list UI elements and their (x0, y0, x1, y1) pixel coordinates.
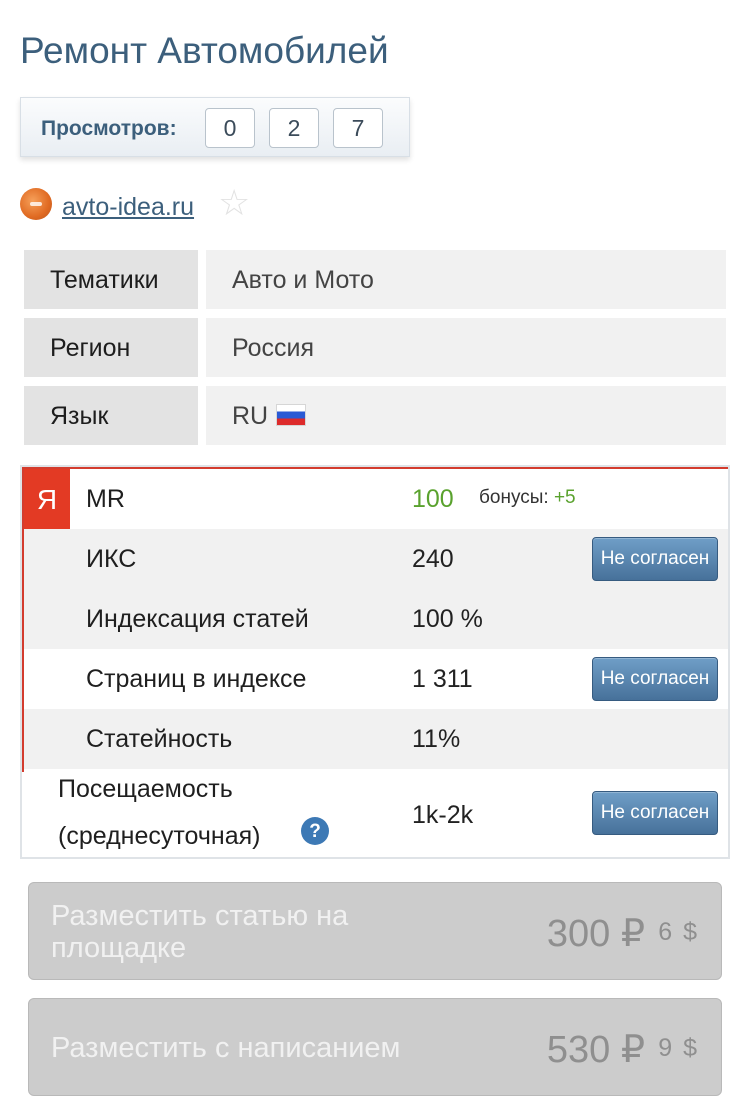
stat-label: MR (86, 485, 125, 513)
stat-label: ИКС (86, 545, 137, 573)
stats-table: Я MR 100 бонусы: +5 ИКС 240 Не согласен … (20, 465, 730, 859)
stat-label: Индексация статей (86, 605, 309, 633)
views-counter: Просмотров: 0 2 7 (20, 97, 410, 157)
site-link[interactable]: avto-idea.ru (62, 193, 194, 222)
info-row-region: Регион Россия (24, 318, 726, 377)
stat-row-iks: ИКС 240 Не согласен (24, 529, 728, 589)
info-value-container: RU (206, 386, 726, 445)
stat-label: Страниц в индексе (86, 665, 307, 693)
stat-value: 1k-2k (412, 801, 474, 829)
info-value: Россия (206, 318, 726, 377)
stat-row-indexing: Индексация статей 100 % (24, 589, 728, 649)
info-key: Регион (24, 318, 198, 377)
views-digit: 2 (269, 108, 319, 148)
stat-row-mr: Я MR 100 бонусы: +5 (24, 469, 728, 529)
page-title: Ремонт Автомобилей (20, 30, 389, 71)
site-favicon-icon (20, 188, 52, 220)
stat-value: 100 (412, 485, 454, 513)
stat-row-pages: Страниц в индексе 1 311 Не согласен (24, 649, 728, 709)
stat-label: (среднесуточная) (58, 822, 261, 850)
bonus-info: бонусы: +5 (479, 487, 576, 509)
views-digit: 7 (333, 108, 383, 148)
stat-row-articles: Статейность 11% (24, 709, 728, 769)
views-label: Просмотров: (41, 117, 177, 140)
info-row-language: Язык RU (24, 386, 726, 445)
yandex-badge: Я (24, 469, 70, 529)
stat-value: 11% (412, 725, 461, 753)
disagree-button[interactable]: Не согласен (592, 791, 718, 835)
russia-flag-icon (276, 404, 307, 427)
button-label: Разместить статью на площадке (51, 900, 349, 964)
stat-value: 240 (412, 545, 454, 573)
info-key: Язык (24, 386, 198, 445)
disagree-button[interactable]: Не согласен (592, 657, 718, 701)
info-key: Тематики (24, 250, 198, 309)
bonus-label: бонусы: (479, 487, 549, 508)
star-icon[interactable]: ☆ (218, 185, 250, 221)
stat-value: 1 311 (412, 665, 473, 693)
button-label: Разместить с написанием (51, 1032, 401, 1064)
disagree-button[interactable]: Не согласен (592, 537, 718, 581)
stat-row-traffic: Посещаемость (среднесуточная) ? 1k-2k Не… (24, 769, 728, 857)
help-icon[interactable]: ? (301, 817, 329, 845)
info-value: Авто и Мото (206, 250, 726, 309)
price-usd: 6 $ (658, 918, 699, 946)
stat-value: 100 % (412, 605, 483, 633)
info-row-topic: Тематики Авто и Мото (24, 250, 726, 309)
stat-label: Статейность (86, 725, 233, 753)
bonus-value: +5 (553, 487, 576, 508)
place-article-button[interactable]: Разместить статью на площадке 300 ₽ 6 $ (28, 882, 722, 980)
views-digit: 0 (205, 108, 255, 148)
price-rub: 530 ₽ (546, 1029, 645, 1071)
stat-label: Посещаемость (58, 775, 233, 803)
price-rub: 300 ₽ (546, 913, 645, 955)
info-value: RU (232, 402, 269, 430)
place-with-writing-button[interactable]: Разместить с написанием 530 ₽ 9 $ (28, 998, 722, 1096)
price-usd: 9 $ (658, 1034, 699, 1062)
